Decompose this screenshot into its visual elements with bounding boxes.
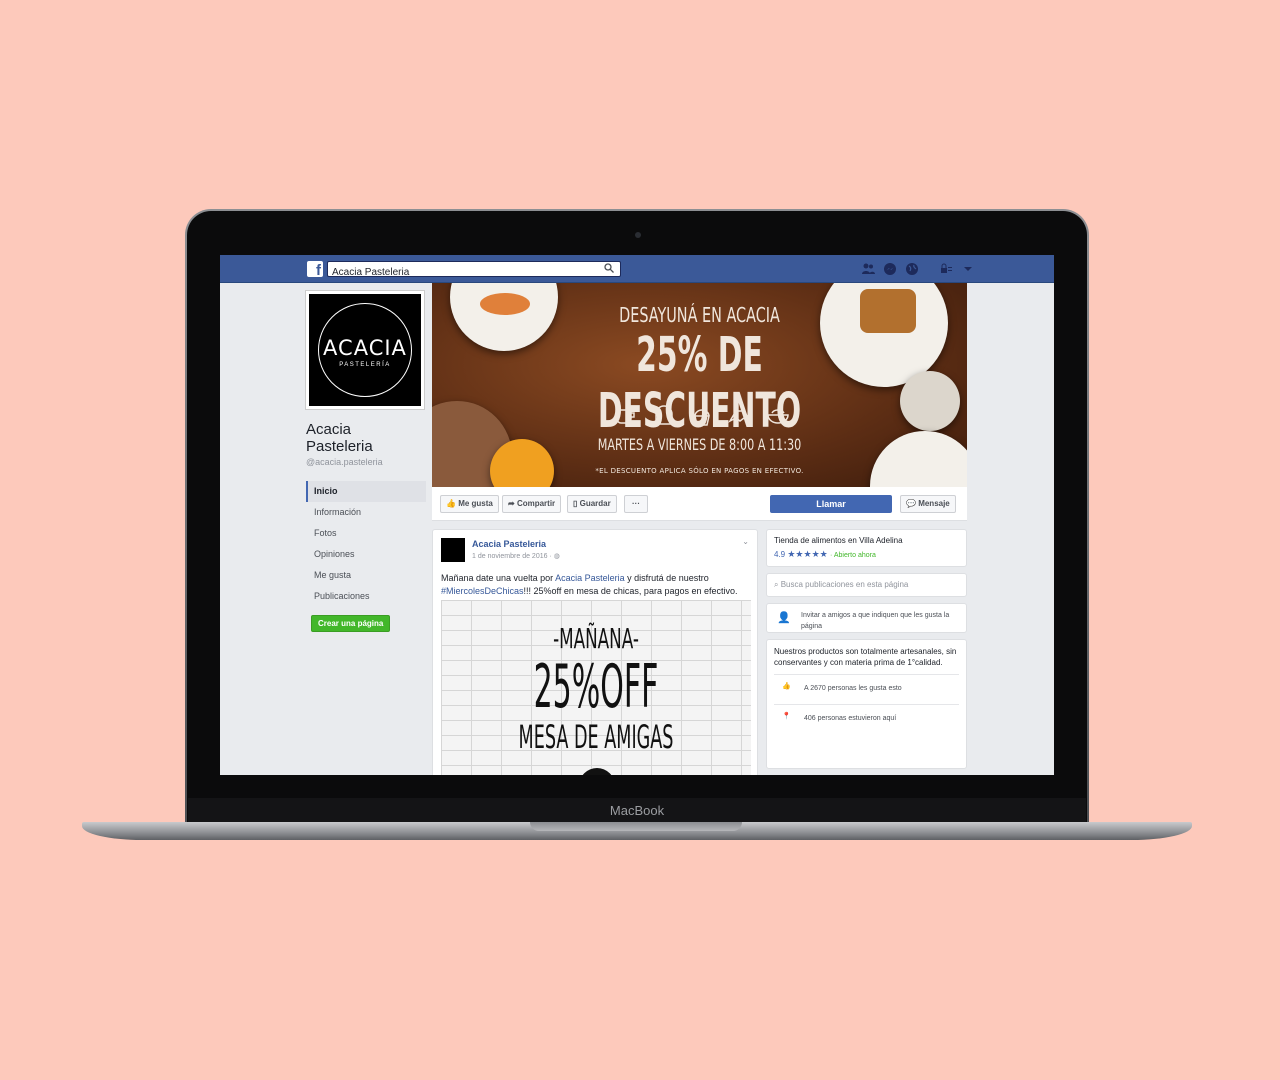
page-search-placeholder: Busca publicaciones en esta página <box>780 580 909 589</box>
rating-stars: ★★★★★ <box>787 549 828 559</box>
likes-row[interactable]: 👍 A 2670 personas les gusta esto <box>774 674 959 698</box>
globe-icon: ◍ <box>553 553 560 560</box>
nav-item-publicaciones[interactable]: Publicaciones <box>306 586 426 607</box>
share-button[interactable]: ➦ Compartir <box>502 495 562 513</box>
about-text: Nuestros productos son totalmente artesa… <box>774 647 957 667</box>
cover-line-1: DESAYUNÁ EN ACACIA <box>619 303 780 327</box>
invite-friends-card[interactable]: 👤 Invitar a amigos a que indiquen que le… <box>766 603 967 633</box>
page-nav: Inicio Información Fotos Opiniones Me gu… <box>306 481 426 607</box>
post-text-1: Mañana date una vuelta por <box>441 573 554 583</box>
camera <box>635 232 641 238</box>
cover-line-3: MARTES A VIERNES DE 8:00 A 11:30 <box>597 435 802 454</box>
post-author[interactable]: Acacia Pasteleria <box>472 539 546 549</box>
post-text: Mañana date una vuelta por Acacia Pastel… <box>441 572 753 598</box>
invite-friends-text: Invitar a amigos a que indiquen que les … <box>801 612 950 630</box>
add-friend-icon: 👤 <box>777 612 791 624</box>
likes-count: A 2670 personas les gusta esto <box>804 685 902 692</box>
nav-item-opiniones[interactable]: Opiniones <box>306 544 426 565</box>
location-pin-icon: 📍 <box>782 713 791 720</box>
facebook-logo-icon[interactable]: f <box>307 261 323 277</box>
cover-photo[interactable]: DESAYUNÁ EN ACACIA 25% DE DESCUENTO MART… <box>432 283 967 487</box>
open-status: · Abierto ahora <box>829 552 876 559</box>
save-label: Guardar <box>579 499 611 508</box>
share-label: Compartir <box>516 499 556 508</box>
privacy-lock-icon[interactable] <box>939 262 953 276</box>
search-icon: ⌕ <box>774 580 779 589</box>
facebook-top-bar: f <box>220 255 1054 283</box>
page-search-card[interactable]: ⌕ Busca publicaciones en esta página <box>766 573 967 597</box>
about-card: Nuestros productos son totalmente artesa… <box>766 639 967 769</box>
page-name: Acacia Pasteleria <box>306 421 373 455</box>
post-author-avatar[interactable] <box>441 538 465 562</box>
page-handle[interactable]: @acacia.pasteleria <box>306 457 426 467</box>
post-date-text: 1 de noviembre de 2016 · <box>472 553 552 560</box>
right-column: Tienda de alimentos en Villa Adelina 4.9… <box>766 529 967 775</box>
post-image[interactable]: -MAÑANA- 25%OFF MESA DE AMIGAS <box>441 600 751 775</box>
toast-icon <box>655 405 673 425</box>
facebook-page: f ACACIA PASTELERÍA Acacia Pasteleria @a… <box>220 255 1054 775</box>
nav-item-inicio[interactable]: Inicio <box>306 481 426 502</box>
bowl-icon <box>767 409 789 424</box>
message-button[interactable]: 💬 Mensaje <box>900 495 956 513</box>
message-label: Mensaje <box>918 499 950 508</box>
play-icon[interactable] <box>579 768 615 775</box>
profile-picture[interactable]: ACACIA PASTELERÍA <box>306 291 424 409</box>
breakfast-icons <box>614 405 790 429</box>
messenger-icon[interactable] <box>883 262 897 276</box>
more-button[interactable]: ··· <box>624 495 648 513</box>
search-box <box>327 261 621 280</box>
logo-subtitle: PASTELERÍA <box>339 362 391 368</box>
save-button[interactable]: ▯ Guardar <box>567 495 617 513</box>
call-button[interactable]: Llamar <box>770 495 892 513</box>
left-column: ACACIA PASTELERÍA Acacia Pasteleria @aca… <box>306 291 426 632</box>
post-image-line-1: -MAÑANA- <box>553 622 639 655</box>
laptop-notch <box>530 822 742 831</box>
page-category[interactable]: Tienda de alimentos en Villa Adelina <box>774 536 959 545</box>
divider <box>927 262 931 276</box>
friend-requests-icon[interactable] <box>861 262 875 276</box>
cup-icon <box>616 409 635 424</box>
thumbs-up-icon: 👍 <box>782 683 791 690</box>
post-hashtag[interactable]: #MiercolesDeChicas <box>441 586 524 596</box>
search-icon[interactable] <box>604 263 614 273</box>
checkins-row[interactable]: 📍 406 personas estuvieron aquí <box>774 704 959 728</box>
post-options-icon[interactable]: ⌄ <box>742 537 749 546</box>
page-rating[interactable]: 4.9 ★★★★★ · Abierto ahora <box>774 549 959 560</box>
create-page-button[interactable]: Crear una página <box>311 615 391 632</box>
post-text-2: y disfrutá de nuestro <box>627 573 709 583</box>
logo-title: ACACIA <box>323 336 407 360</box>
nav-item-me-gusta[interactable]: Me gusta <box>306 565 426 586</box>
bowl <box>900 371 960 431</box>
search-input[interactable] <box>328 265 598 280</box>
nav-item-informacion[interactable]: Información <box>306 502 426 523</box>
post-page-link[interactable]: Acacia Pasteleria <box>555 573 625 583</box>
rating-value: 4.9 <box>774 550 786 559</box>
chevron-down-icon[interactable] <box>961 262 975 276</box>
croissant-icon <box>728 410 752 423</box>
laptop-brand: MacBook <box>188 798 1086 822</box>
page-actions-bar: 👍 Me gusta ➦ Compartir ▯ Guardar ··· Lla… <box>432 487 967 521</box>
page-category-card: Tienda de alimentos en Villa Adelina 4.9… <box>766 529 967 567</box>
cover-line-4: *EL DESCUENTO APLICA SÓLO EN PAGOS EN EF… <box>595 467 804 475</box>
post-text-3: !!! 25%off en mesa de chicas, para pagos… <box>523 586 738 596</box>
post-card: Acacia Pasteleria 1 de noviembre de 2016… <box>432 529 758 775</box>
nav-item-fotos[interactable]: Fotos <box>306 523 426 544</box>
post-image-line-3: MESA DE AMIGAS <box>518 718 674 756</box>
like-label: Me gusta <box>458 499 493 508</box>
like-button[interactable]: 👍 Me gusta <box>440 495 499 513</box>
post-date[interactable]: 1 de noviembre de 2016 · ◍ <box>472 552 560 560</box>
cupcake-icon <box>694 409 710 426</box>
notifications-globe-icon[interactable] <box>905 262 919 276</box>
post-image-line-2: 25%OFF <box>533 652 659 722</box>
checkins-count: 406 personas estuvieron aquí <box>804 715 897 722</box>
